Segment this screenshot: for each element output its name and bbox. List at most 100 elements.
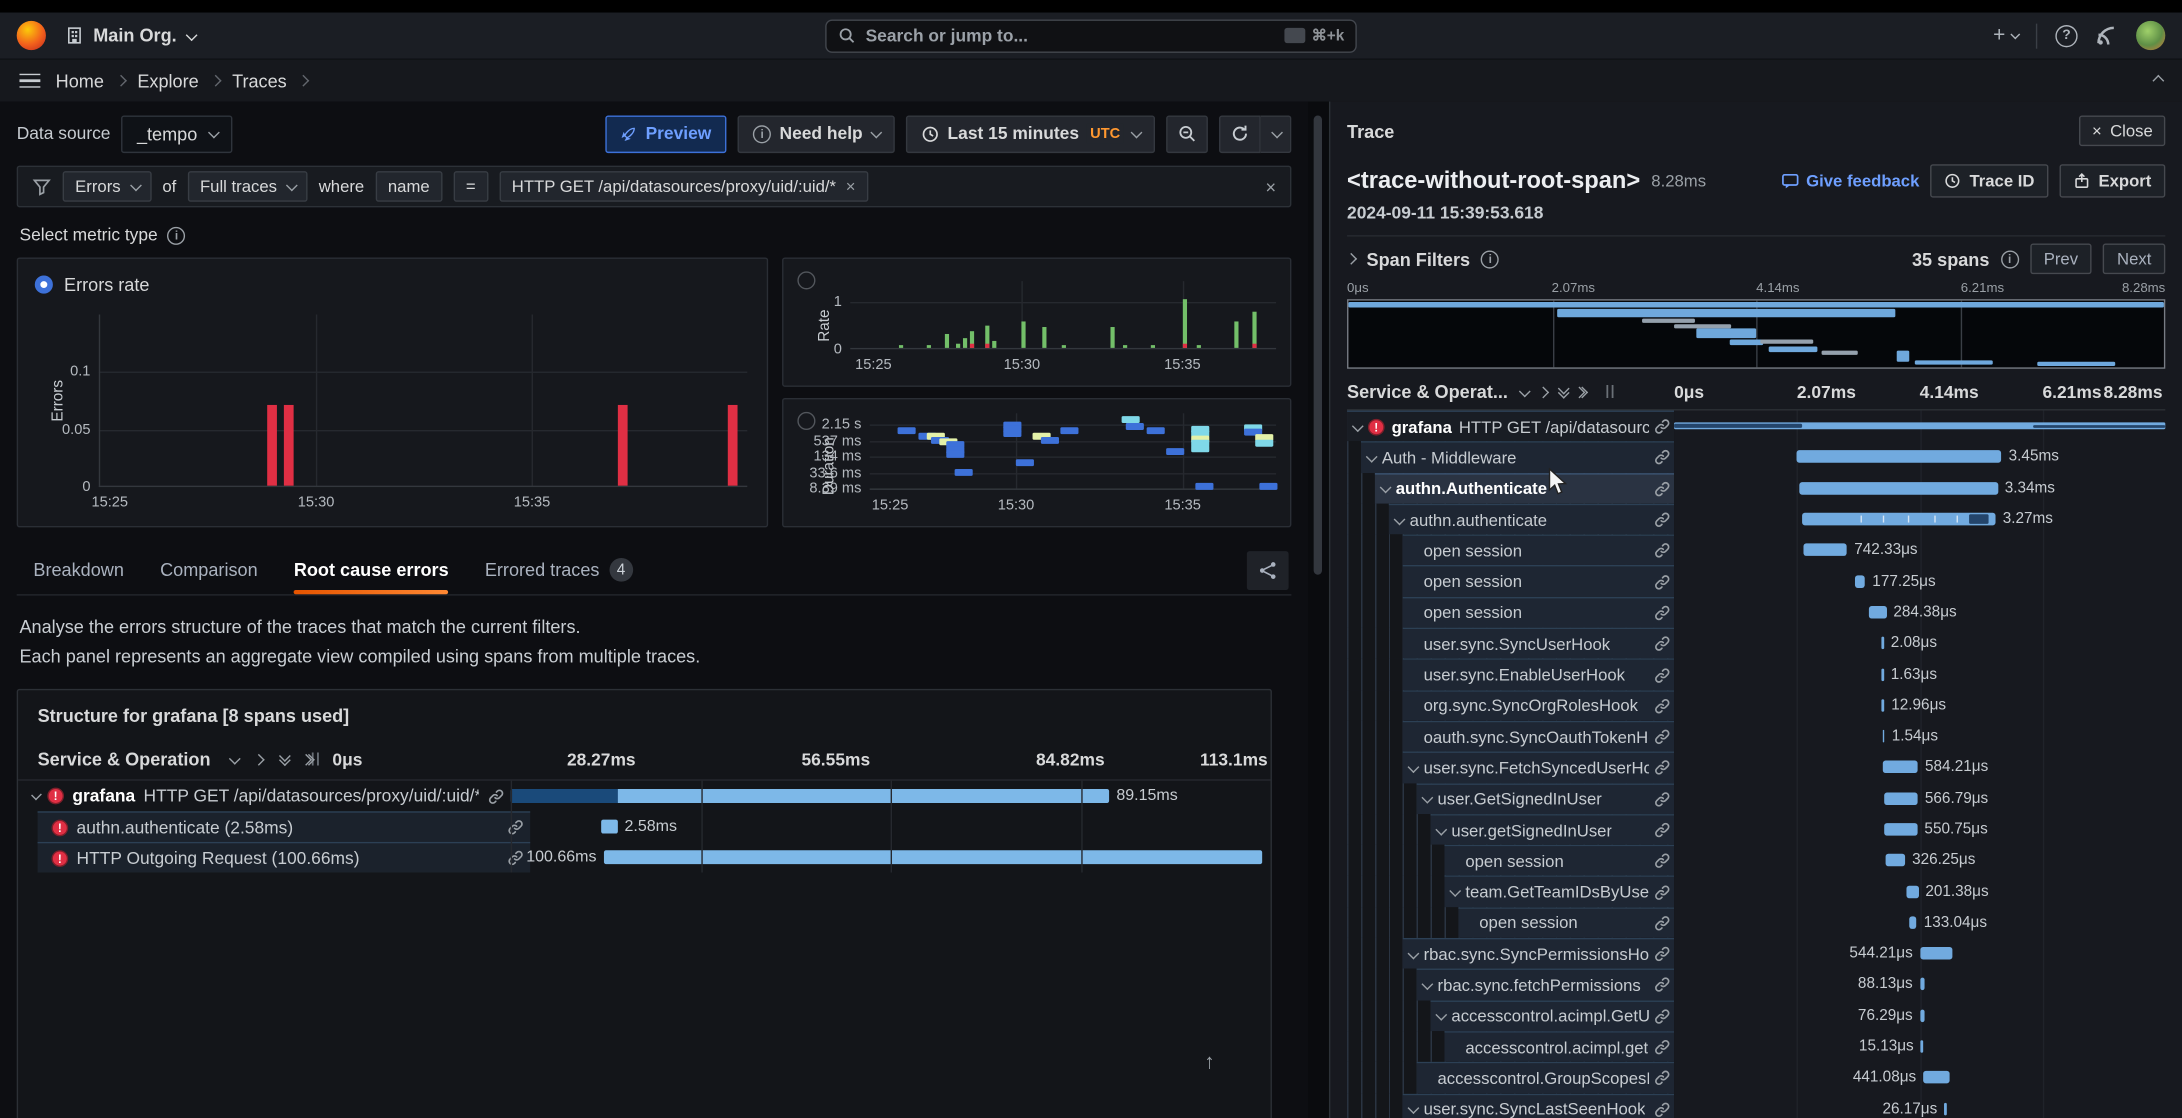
link-icon[interactable]	[1649, 697, 1671, 715]
errors-rate-panel[interactable]: Errors rate Errors 0.10.05015:2515:3015:…	[17, 257, 768, 527]
span-row[interactable]: authn.authenticate3.27ms	[1347, 504, 2165, 535]
span-row[interactable]: authn.Authenticate3.34ms	[1347, 473, 2165, 504]
span-name-cell[interactable]: authn.authenticate	[1389, 504, 1674, 535]
link-icon[interactable]	[1653, 759, 1671, 777]
link-icon[interactable]	[1649, 635, 1671, 653]
span-bar[interactable]	[1870, 606, 1887, 619]
table-row[interactable]: authn.authenticate (2.58ms)2.58ms	[18, 811, 1270, 842]
table-row[interactable]: HTTP Outgoing Request (100.66ms)100.66ms	[18, 842, 1270, 873]
span-row[interactable]: user.sync.SyncUserHook2.08μs	[1347, 628, 2165, 659]
duration-panel[interactable]: Duration 2.15 s537 ms134 ms33.6 ms8.39 m…	[782, 398, 1291, 527]
link-icon[interactable]	[1653, 697, 1671, 715]
link-icon[interactable]	[1653, 480, 1671, 498]
span-bar[interactable]	[1885, 823, 1918, 836]
chevron-down-icon[interactable]	[1435, 823, 1447, 835]
span-name-cell[interactable]: open session	[1444, 845, 1674, 876]
span-bar[interactable]	[603, 850, 1262, 864]
need-help-button[interactable]: Need help	[738, 115, 895, 153]
link-icon[interactable]	[507, 849, 525, 867]
org-switcher[interactable]: Main Org.	[65, 25, 194, 46]
link-icon[interactable]	[487, 787, 505, 805]
span-bar[interactable]	[1800, 482, 1998, 495]
prev-button[interactable]: Prev	[2030, 244, 2092, 275]
refresh-button[interactable]	[1219, 115, 1261, 153]
link-icon[interactable]	[1649, 1038, 1671, 1056]
span-row[interactable]: open session742.33μs	[1347, 535, 2165, 566]
span-name-cell[interactable]: grafanaHTTP GET /api/datasources/pr	[1347, 411, 1674, 442]
search-input[interactable]: Search or jump to... ⌘+k	[825, 19, 1357, 52]
span-bar[interactable]	[1909, 916, 1917, 929]
filter-operator[interactable]: =	[453, 171, 488, 202]
link-icon[interactable]	[1649, 945, 1671, 963]
time-range-picker[interactable]: Last 15 minutes UTC	[906, 115, 1155, 153]
link-icon[interactable]	[1649, 573, 1671, 591]
chevron-up-icon[interactable]	[2152, 75, 2164, 87]
span-name-cell[interactable]: open session	[1403, 535, 1674, 566]
span-row[interactable]: rbac.sync.SyncPermissionsHook544.21μs	[1347, 938, 2165, 969]
trace-minimap[interactable]	[1347, 299, 2165, 369]
span-bar[interactable]	[1906, 885, 1918, 898]
link-icon[interactable]	[1653, 635, 1671, 653]
span-row[interactable]: rbac.sync.fetchPermissions88.13μs	[1347, 969, 2165, 1000]
span-bar[interactable]	[1884, 792, 1918, 805]
span-bar[interactable]	[1883, 730, 1885, 743]
chevron-right-icon[interactable]	[1345, 253, 1357, 265]
span-row[interactable]: user.sync.FetchSyncedUserHook584.21μs	[1347, 752, 2165, 783]
link-icon[interactable]	[1653, 1007, 1671, 1025]
span-name-cell[interactable]: open session	[1458, 907, 1674, 938]
span-bar[interactable]	[511, 789, 1110, 803]
span-filters-label[interactable]: Span Filters	[1367, 248, 1471, 269]
span-bar[interactable]	[1920, 978, 1925, 991]
link-icon[interactable]	[1653, 914, 1671, 932]
tab-errored-traces[interactable]: Errored traces4	[485, 545, 633, 594]
span-row[interactable]: org.sync.SyncOrgRolesHook12.96μs	[1347, 690, 2165, 721]
link-icon[interactable]	[1649, 1069, 1671, 1087]
next-button[interactable]: Next	[2103, 244, 2165, 275]
span-bar[interactable]	[1923, 1071, 1949, 1084]
span-row[interactable]: team.GetTeamIDsByUser201.38μs	[1347, 876, 2165, 907]
span-name-cell[interactable]: user.sync.FetchSyncedUserHook	[1403, 752, 1674, 783]
help-icon[interactable]	[2055, 24, 2077, 46]
span-bar[interactable]	[1674, 423, 2165, 430]
link-icon[interactable]	[1649, 914, 1671, 932]
span-bar[interactable]	[1797, 451, 2002, 464]
link-icon[interactable]	[1649, 976, 1671, 994]
collapse-one-icon[interactable]	[1518, 385, 1530, 397]
link-icon[interactable]	[1653, 418, 1671, 436]
link-icon[interactable]	[1653, 976, 1671, 994]
chevron-down-icon[interactable]	[1421, 792, 1433, 804]
span-row[interactable]: grafanaHTTP GET /api/datasources/pr	[1347, 411, 2165, 442]
span-row[interactable]: open session284.38μs	[1347, 597, 2165, 628]
link-icon[interactable]	[487, 787, 505, 805]
link-icon[interactable]	[1653, 1038, 1671, 1056]
link-icon[interactable]	[1649, 821, 1671, 839]
zoom-out-button[interactable]	[1166, 115, 1208, 153]
link-icon[interactable]	[1653, 666, 1671, 684]
close-button[interactable]: Close	[2079, 116, 2165, 147]
span-row[interactable]: accesscontrol.acimpl.GetUs76.29μs	[1347, 1000, 2165, 1031]
expand-all-icon[interactable]	[1578, 388, 1584, 396]
span-name-cell[interactable]: accesscontrol.acimpl.GetUs	[1431, 1000, 1675, 1031]
table-row[interactable]: grafanaHTTP GET /api/datasources/proxy/u…	[18, 781, 1270, 812]
span-row[interactable]: open session326.25μs	[1347, 845, 2165, 876]
span-row[interactable]: user.sync.EnableUserHook1.63μs	[1347, 659, 2165, 690]
link-icon[interactable]	[1653, 1069, 1671, 1087]
span-name-cell[interactable]: org.sync.SyncOrgRolesHook	[1403, 690, 1674, 721]
scrollbar-thumb[interactable]	[1314, 116, 1322, 575]
user-avatar[interactable]	[2136, 21, 2165, 50]
span-row[interactable]: Auth - Middleware3.45ms	[1347, 442, 2165, 473]
span-name-cell[interactable]: user.GetSignedInUser	[1417, 783, 1674, 814]
link-icon[interactable]	[1649, 1007, 1671, 1025]
remove-filter-icon[interactable]	[846, 177, 856, 196]
chevron-down-icon[interactable]	[1408, 947, 1420, 959]
datasource-picker[interactable]: _tempo	[122, 115, 232, 153]
rate-panel[interactable]: Rate 1015:2515:3015:35	[782, 257, 1291, 386]
scroll-top-icon[interactable]: ↑	[1204, 1051, 1214, 1075]
span-name-cell[interactable]: Auth - Middleware	[1361, 442, 1674, 473]
span-name-cell[interactable]: user.sync.EnableUserHook	[1403, 659, 1674, 690]
link-icon[interactable]	[1649, 728, 1671, 746]
link-icon[interactable]	[1653, 573, 1671, 591]
span-name-cell[interactable]: rbac.sync.fetchPermissions	[1417, 969, 1674, 1000]
tab-root-cause-errors[interactable]: Root cause errors	[294, 545, 449, 594]
link-icon[interactable]	[1649, 759, 1671, 777]
